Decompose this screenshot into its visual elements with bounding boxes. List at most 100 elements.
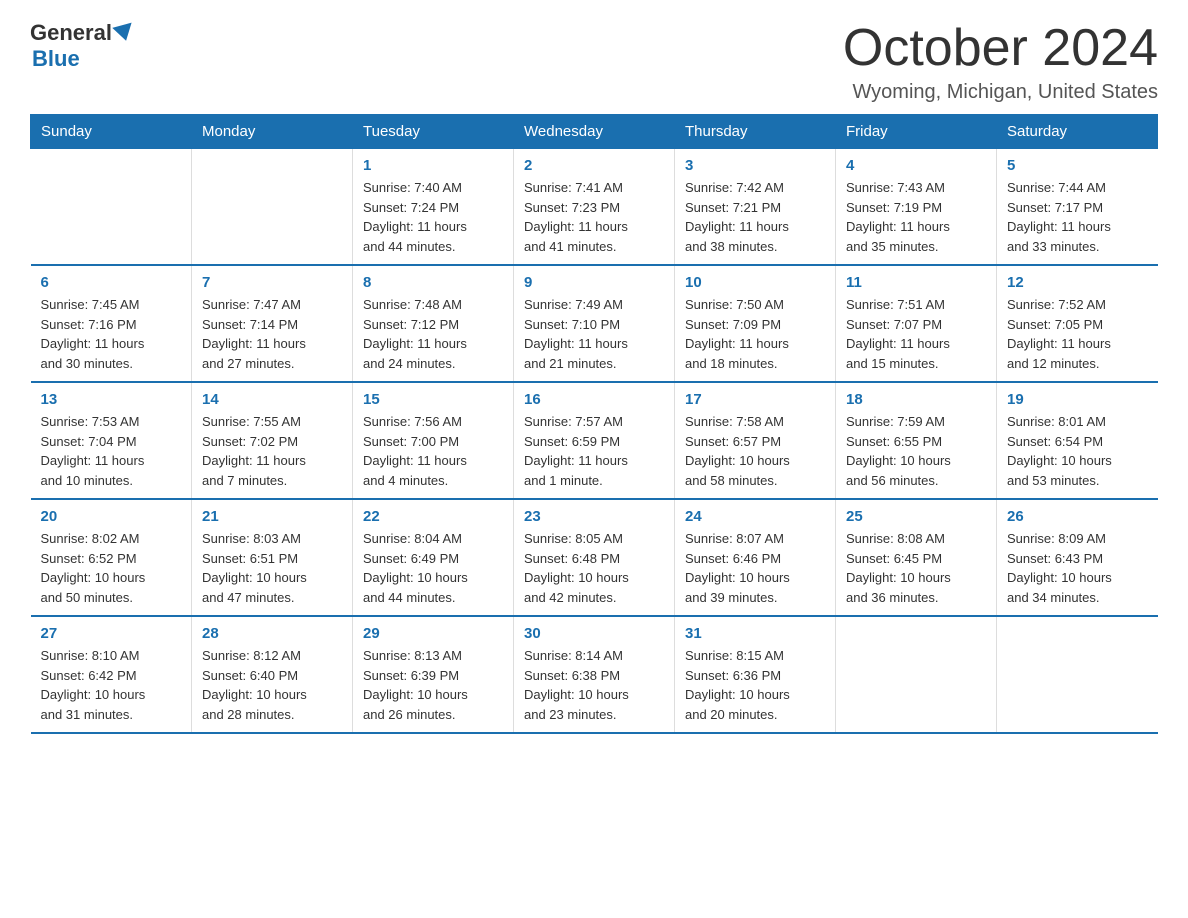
calendar-cell: 3 Sunrise: 7:42 AMSunset: 7:21 PMDaylight… [675,149,836,266]
header-friday: Friday [836,115,997,149]
calendar-cell: 25 Sunrise: 8:08 AMSunset: 6:45 PMDayligh… [836,499,997,616]
day-number: 17 [685,391,825,408]
day-info: Sunrise: 7:50 AMSunset: 7:09 PMDaylight:… [685,295,825,373]
day-number: 27 [41,625,182,642]
calendar-cell: 13 Sunrise: 7:53 AMSunset: 7:04 PMDayligh… [31,382,192,499]
day-number: 20 [41,508,182,525]
day-info: Sunrise: 7:43 AMSunset: 7:19 PMDaylight:… [846,178,986,256]
calendar-cell: 6 Sunrise: 7:45 AMSunset: 7:16 PMDaylight… [31,265,192,382]
day-info: Sunrise: 7:48 AMSunset: 7:12 PMDaylight:… [363,295,503,373]
logo-general-text: General [30,20,112,46]
week-row-2: 6 Sunrise: 7:45 AMSunset: 7:16 PMDaylight… [31,265,1158,382]
calendar-table: SundayMondayTuesdayWednesdayThursdayFrid… [30,114,1158,734]
day-info: Sunrise: 7:40 AMSunset: 7:24 PMDaylight:… [363,178,503,256]
day-info: Sunrise: 8:07 AMSunset: 6:46 PMDaylight:… [685,529,825,607]
day-info: Sunrise: 8:10 AMSunset: 6:42 PMDaylight:… [41,646,182,724]
day-info: Sunrise: 8:02 AMSunset: 6:52 PMDaylight:… [41,529,182,607]
calendar-cell: 7Sunrise: 7:47 AMSunset: 7:14 PMDaylight… [192,265,353,382]
day-number: 11 [846,274,986,291]
day-info: Sunrise: 7:53 AMSunset: 7:04 PMDaylight:… [41,412,182,490]
day-number: 15 [363,391,503,408]
calendar-cell: 16 Sunrise: 7:57 AMSunset: 6:59 PMDayligh… [514,382,675,499]
day-info: Sunrise: 7:45 AMSunset: 7:16 PMDaylight:… [41,295,182,373]
day-number: 23 [524,508,664,525]
calendar-cell: 5 Sunrise: 7:44 AMSunset: 7:17 PMDaylight… [997,149,1158,266]
day-info: Sunrise: 7:59 AMSunset: 6:55 PMDaylight:… [846,412,986,490]
header-saturday: Saturday [997,115,1158,149]
location-text: Wyoming, Michigan, United States [843,81,1158,104]
day-number: 25 [846,508,986,525]
day-number: 24 [685,508,825,525]
day-info: Sunrise: 8:04 AMSunset: 6:49 PMDaylight:… [363,529,503,607]
day-number: 10 [685,274,825,291]
day-info: Sunrise: 8:13 AMSunset: 6:39 PMDaylight:… [363,646,503,724]
calendar-cell: 31 Sunrise: 8:15 AMSunset: 6:36 PMDayligh… [675,616,836,733]
calendar-cell: 27 Sunrise: 8:10 AMSunset: 6:42 PMDayligh… [31,616,192,733]
calendar-cell: 14Sunrise: 7:55 AMSunset: 7:02 PMDayligh… [192,382,353,499]
day-info: Sunrise: 8:09 AMSunset: 6:43 PMDaylight:… [1007,529,1148,607]
day-info: Sunrise: 8:05 AMSunset: 6:48 PMDaylight:… [524,529,664,607]
calendar-cell: 10 Sunrise: 7:50 AMSunset: 7:09 PMDayligh… [675,265,836,382]
header-thursday: Thursday [675,115,836,149]
day-info: Sunrise: 8:08 AMSunset: 6:45 PMDaylight:… [846,529,986,607]
calendar-cell [836,616,997,733]
day-info: Sunrise: 7:44 AMSunset: 7:17 PMDaylight:… [1007,178,1148,256]
day-info: Sunrise: 8:12 AMSunset: 6:40 PMDaylight:… [202,646,342,724]
calendar-cell: 18 Sunrise: 7:59 AMSunset: 6:55 PMDayligh… [836,382,997,499]
calendar-cell: 2Sunrise: 7:41 AMSunset: 7:23 PMDaylight… [514,149,675,266]
day-number: 31 [685,625,825,642]
day-info: Sunrise: 8:01 AMSunset: 6:54 PMDaylight:… [1007,412,1148,490]
calendar-cell: 8 Sunrise: 7:48 AMSunset: 7:12 PMDaylight… [353,265,514,382]
calendar-cell: 22 Sunrise: 8:04 AMSunset: 6:49 PMDayligh… [353,499,514,616]
calendar-cell: 30Sunrise: 8:14 AMSunset: 6:38 PMDayligh… [514,616,675,733]
week-row-4: 20 Sunrise: 8:02 AMSunset: 6:52 PMDayligh… [31,499,1158,616]
day-number: 1 [363,157,503,174]
logo-blue-text: Blue [32,46,80,71]
day-info: Sunrise: 7:49 AMSunset: 7:10 PMDaylight:… [524,295,664,373]
day-number: 29 [363,625,503,642]
header-monday: Monday [192,115,353,149]
day-info: Sunrise: 7:51 AMSunset: 7:07 PMDaylight:… [846,295,986,373]
day-number: 8 [363,274,503,291]
logo: General Blue [30,20,136,72]
calendar-cell: 29 Sunrise: 8:13 AMSunset: 6:39 PMDayligh… [353,616,514,733]
day-number: 5 [1007,157,1148,174]
calendar-header-row: SundayMondayTuesdayWednesdayThursdayFrid… [31,115,1158,149]
day-number: 21 [202,508,342,525]
day-number: 9 [524,274,664,291]
month-title: October 2024 [843,20,1158,77]
day-info: Sunrise: 7:56 AMSunset: 7:00 PMDaylight:… [363,412,503,490]
calendar-cell: 1 Sunrise: 7:40 AMSunset: 7:24 PMDaylight… [353,149,514,266]
calendar-cell [997,616,1158,733]
calendar-cell: 9 Sunrise: 7:49 AMSunset: 7:10 PMDaylight… [514,265,675,382]
calendar-cell: 24 Sunrise: 8:07 AMSunset: 6:46 PMDayligh… [675,499,836,616]
page-header: General Blue October 2024 Wyoming, Michi… [30,20,1158,104]
day-info: Sunrise: 7:57 AMSunset: 6:59 PMDaylight:… [524,412,664,490]
calendar-cell: 11 Sunrise: 7:51 AMSunset: 7:07 PMDayligh… [836,265,997,382]
day-number: 16 [524,391,664,408]
day-number: 6 [41,274,182,291]
calendar-cell: 17 Sunrise: 7:58 AMSunset: 6:57 PMDayligh… [675,382,836,499]
week-row-5: 27 Sunrise: 8:10 AMSunset: 6:42 PMDayligh… [31,616,1158,733]
logo-triangle-icon [112,23,135,44]
calendar-cell [31,149,192,266]
day-number: 3 [685,157,825,174]
calendar-cell: 28 Sunrise: 8:12 AMSunset: 6:40 PMDayligh… [192,616,353,733]
day-info: Sunrise: 8:15 AMSunset: 6:36 PMDaylight:… [685,646,825,724]
day-info: Sunrise: 7:42 AMSunset: 7:21 PMDaylight:… [685,178,825,256]
header-sunday: Sunday [31,115,192,149]
day-number: 12 [1007,274,1148,291]
header-wednesday: Wednesday [514,115,675,149]
day-number: 28 [202,625,342,642]
calendar-cell: 12Sunrise: 7:52 AMSunset: 7:05 PMDayligh… [997,265,1158,382]
calendar-cell: 21 Sunrise: 8:03 AMSunset: 6:51 PMDayligh… [192,499,353,616]
day-info: Sunrise: 7:58 AMSunset: 6:57 PMDaylight:… [685,412,825,490]
day-number: 13 [41,391,182,408]
day-number: 22 [363,508,503,525]
title-area: October 2024 Wyoming, Michigan, United S… [843,20,1158,104]
week-row-3: 13 Sunrise: 7:53 AMSunset: 7:04 PMDayligh… [31,382,1158,499]
calendar-cell: 19Sunrise: 8:01 AMSunset: 6:54 PMDayligh… [997,382,1158,499]
calendar-cell: 4Sunrise: 7:43 AMSunset: 7:19 PMDaylight… [836,149,997,266]
day-info: Sunrise: 8:03 AMSunset: 6:51 PMDaylight:… [202,529,342,607]
day-number: 18 [846,391,986,408]
